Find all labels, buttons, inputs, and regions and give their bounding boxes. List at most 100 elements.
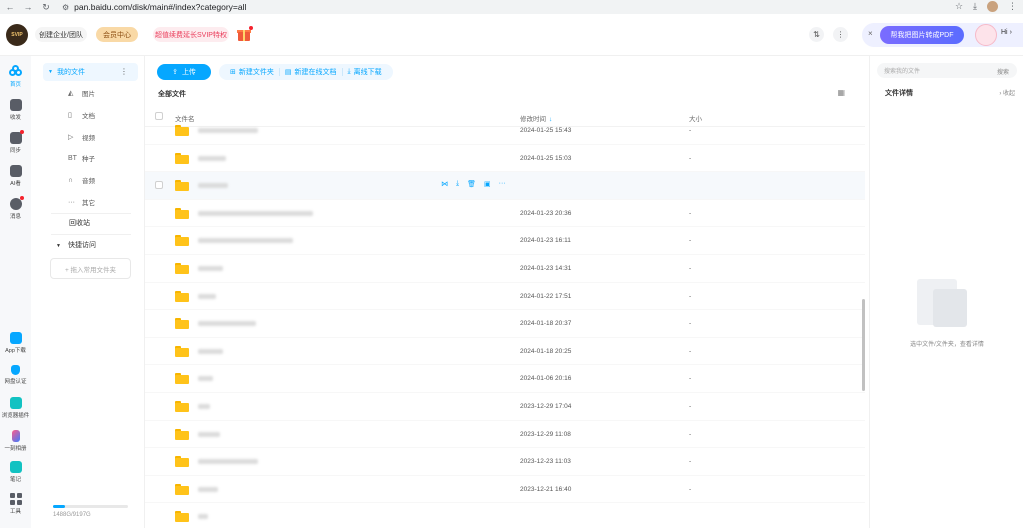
rail-item-message[interactable]: 消息 [0, 196, 31, 220]
rail-item-inbox[interactable]: 收发 [0, 99, 31, 121]
row-modified-time: 2023-12-21 16:40 [520, 485, 572, 493]
back-icon[interactable]: ← [4, 1, 16, 13]
delete-icon[interactable]: 🗑 [467, 180, 476, 188]
close-icon[interactable]: × [868, 29, 873, 38]
gift-icon[interactable] [236, 26, 253, 42]
grid-view-toggle-icon[interactable]: ▦ [837, 88, 845, 97]
sidebar-item-label: 视频 [82, 135, 95, 142]
table-row[interactable]: 2023-12-23 11:03 - [145, 448, 865, 476]
table-row[interactable]: 2024-01-18 20:37 - [145, 310, 865, 338]
row-checkbox[interactable] [155, 181, 163, 190]
rail-item-plugin[interactable]: 浏览器插件 [0, 397, 31, 419]
rail-item-note[interactable]: 笔记 [0, 461, 31, 483]
rail-item-home[interactable]: 首页 [0, 65, 31, 88]
download-icon[interactable]: ⤓ [456, 180, 459, 188]
download-icon[interactable]: ⤓ [973, 1, 977, 12]
collapse-button[interactable]: › 收起 [999, 88, 1015, 97]
file-name-redacted[interactable] [198, 321, 256, 327]
rail-item-tools[interactable]: 工具 [0, 493, 31, 515]
file-name-redacted[interactable] [198, 459, 258, 465]
browser-menu-icon[interactable]: ⋮ [1008, 1, 1017, 12]
new-folder-button[interactable]: ⊞ 新建文件夹 [225, 67, 279, 77]
table-row[interactable]: 2024-01-23 16:11 - [145, 227, 865, 255]
rail-item-app-download[interactable]: App下载 [0, 332, 31, 354]
image-icon: ◭ [68, 90, 74, 97]
table-row[interactable]: 2024-01-25 15:03 - [145, 145, 865, 173]
more-icon[interactable]: ··· [499, 180, 506, 188]
row-modified-time: 2024-01-23 16:11 [520, 237, 571, 245]
table-row[interactable]: 2024-01-23 20:36 - [145, 200, 865, 228]
folder-icon [175, 263, 189, 274]
more-menu-icon[interactable]: ⋮ [833, 27, 848, 42]
svip-logo[interactable]: SVIP [6, 24, 28, 46]
file-name-redacted[interactable] [198, 404, 210, 409]
search-button[interactable]: 搜索 [997, 67, 1009, 76]
search-input[interactable]: 搜索我的文件 搜索 [877, 63, 1017, 78]
reload-icon[interactable]: ↻ [40, 1, 52, 13]
table-row[interactable]: 2024-01-18 20:25 - [145, 338, 865, 366]
sidebar-item-my-files[interactable]: ▼ 我的文件 ⋮ [43, 63, 138, 81]
rail-item-verify[interactable]: 网盘认证 [0, 365, 31, 385]
table-row[interactable]: 2024-01-23 14:31 - [145, 255, 865, 283]
file-name-redacted[interactable] [198, 238, 293, 244]
add-favorite-folder-button[interactable]: + 拖入常用文件夹 [50, 258, 131, 279]
file-name-redacted[interactable] [198, 128, 258, 133]
vip-center-button[interactable]: 会员中心 [96, 27, 138, 42]
table-row[interactable]: 2024-01-25 15:43 - [145, 117, 865, 145]
file-name-redacted[interactable] [198, 293, 216, 299]
breadcrumb[interactable]: 全部文件 [158, 89, 186, 99]
rail-item-album[interactable]: 一刻相册 [0, 430, 31, 452]
row-size: - [689, 154, 692, 162]
create-team-button[interactable]: 创建企业/团队 [35, 27, 87, 42]
assistant-avatar[interactable] [975, 24, 997, 46]
sidebar-item-images[interactable]: ◭ 图片 [68, 88, 95, 98]
file-name-redacted[interactable] [198, 183, 228, 189]
row-modified-time: 2024-01-23 14:31 [520, 265, 572, 272]
video-icon: ▷ [68, 134, 74, 141]
row-modified-time: 2024-01-25 15:03 [520, 154, 572, 162]
rail-item-sync[interactable]: 同步 [0, 130, 31, 154]
table-row[interactable]: 2023-12-21 16:40 - [145, 476, 865, 504]
address-bar[interactable]: ⚙ pan.baidu.com/disk/main#/index?categor… [62, 1, 246, 13]
upload-button[interactable]: ⇪ 上传 [157, 64, 211, 80]
table-row[interactable]: ⋈ ⤓ 🗑 ▣ ··· [145, 172, 865, 200]
more-icon[interactable]: ⋮ [120, 67, 128, 76]
sidebar-item-audio[interactable]: ∩ 音频 [68, 175, 95, 186]
file-name-redacted[interactable] [198, 431, 220, 437]
rail-item-ai[interactable]: AI看 [0, 165, 31, 187]
share-icon[interactable]: ⋈ [441, 180, 448, 188]
file-name-redacted[interactable] [198, 486, 218, 492]
transfer-icon[interactable]: ⇅ [809, 27, 824, 42]
forward-icon[interactable]: → [22, 1, 34, 13]
site-info-icon[interactable]: ⚙ [62, 3, 69, 12]
empty-detail-illustration [917, 279, 973, 327]
profile-avatar[interactable] [987, 1, 998, 12]
new-online-doc-label: 新建在线文档 [294, 69, 337, 76]
table-row[interactable] [145, 503, 865, 528]
offline-download-button[interactable]: ⤓ 离线下载 [343, 67, 387, 77]
table-row[interactable]: 2024-01-06 20:16 - [145, 365, 865, 393]
detail-icon[interactable]: ▣ [484, 180, 491, 188]
new-online-doc-button[interactable]: ▤ 新建在线文档 [280, 67, 342, 77]
table-row[interactable]: 2024-01-22 17:51 - [145, 283, 865, 311]
table-row[interactable]: 2023-12-29 11:08 - [145, 421, 865, 449]
file-name-redacted[interactable] [198, 155, 226, 161]
greeting-text[interactable]: Hi › [1001, 29, 1012, 36]
sidebar-item-other[interactable]: ··· 其它 [68, 197, 95, 208]
image-to-pdf-button[interactable]: 帮我把图片转成PDF [880, 26, 964, 44]
file-name-redacted[interactable] [198, 210, 313, 216]
sidebar-item-quick-access[interactable]: ▼ 快捷访问 [56, 240, 96, 250]
file-name-redacted[interactable] [198, 376, 213, 382]
table-row[interactable]: 2023-12-29 17:04 - [145, 393, 865, 421]
file-name-redacted[interactable] [198, 266, 223, 271]
sidebar-item-documents[interactable]: ▯ 文档 [68, 110, 95, 120]
sidebar-item-recycle-bin[interactable]: 回收站 [69, 218, 90, 228]
file-name-redacted[interactable] [198, 514, 208, 520]
sidebar-item-torrents[interactable]: BT 种子 [68, 153, 95, 164]
sidebar-item-videos[interactable]: ▷ 视频 [68, 132, 95, 142]
bookmark-star-icon[interactable]: ☆ [955, 1, 963, 12]
list-scrollbar[interactable] [862, 299, 865, 391]
rail-label: 笔记 [9, 477, 21, 483]
svip-renew-button[interactable]: 超值续费延长SVIP特权 [153, 27, 229, 42]
file-name-redacted[interactable] [198, 348, 223, 354]
